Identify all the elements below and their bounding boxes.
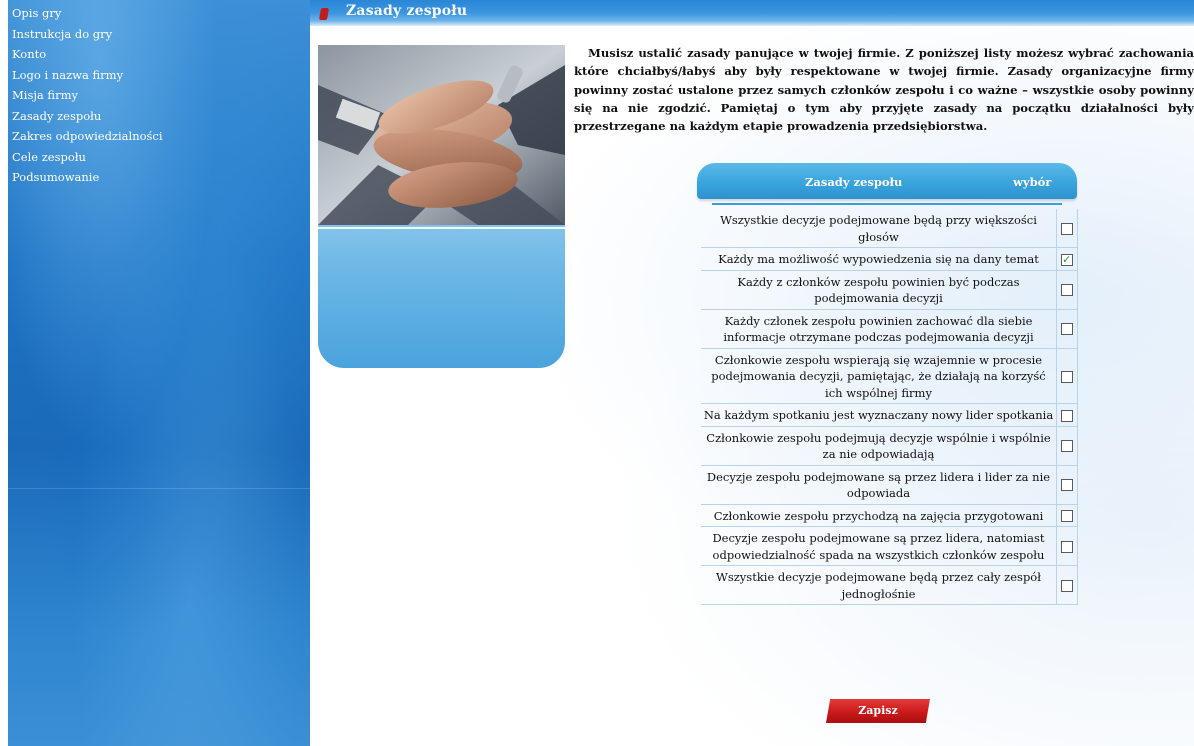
rule-label: Każdy z członków zespołu powinien być po… (701, 270, 1057, 310)
choice-cell (1056, 209, 1078, 248)
table-row: Każdy z członków zespołu powinien być po… (701, 270, 1078, 310)
photo-panel (318, 45, 565, 368)
choice-cell (1056, 526, 1078, 566)
table-row: Członkowie zespołu wspierają się wzajemn… (701, 348, 1078, 404)
rule-checkbox[interactable] (1061, 440, 1073, 453)
table-row: Decyzje zespołu podejmowane są przez lid… (701, 526, 1078, 566)
header-underline (712, 203, 1062, 205)
table-row: Decyzje zespołu podejmowane są przez lid… (701, 465, 1078, 505)
rules-table: Wszystkie decyzje podejmowane będą przy … (701, 209, 1078, 605)
sidebar-item-podsumowanie[interactable]: Podsumowanie (8, 167, 310, 188)
rule-checkbox[interactable] (1061, 370, 1073, 383)
rule-checkbox[interactable] (1061, 284, 1073, 297)
page-title: Zasady zespołu (346, 3, 468, 19)
choice-cell (1056, 465, 1078, 505)
rule-checkbox[interactable] (1061, 323, 1073, 336)
rule-checkbox[interactable] (1061, 252, 1073, 268)
intro-text: Musisz ustalić zasady panujące w twojej … (574, 46, 1194, 134)
rule-checkbox[interactable] (1061, 222, 1073, 235)
rule-checkbox[interactable] (1061, 510, 1073, 522)
rule-label: Decyzje zespołu podejmowane są przez lid… (701, 465, 1057, 505)
rule-label: Na każdym spotkaniu jest wyznaczany nowy… (701, 403, 1057, 427)
rule-checkbox[interactable] (1061, 479, 1073, 492)
choice-column-header: wybór (1013, 175, 1052, 189)
sidebar-item-konto[interactable]: Konto (8, 44, 310, 65)
sidebar-item-zakres[interactable]: Zakres odpowiedzialności (8, 126, 310, 147)
panel-divider (318, 227, 565, 229)
sidebar-item-cele[interactable]: Cele zespołu (8, 147, 310, 168)
table-row: Członkowie zespołu podejmują decyzje wsp… (701, 426, 1078, 466)
choice-cell (1056, 348, 1078, 404)
rule-checkbox[interactable] (1061, 579, 1073, 592)
rule-label: Członkowie zespołu podejmują decyzje wsp… (701, 426, 1057, 466)
choice-cell (1056, 247, 1078, 271)
rule-label: Decyzje zespołu podejmowane są przez lid… (701, 526, 1057, 566)
choice-cell (1056, 504, 1078, 527)
table-row: Każdy członek zespołu powinien zachować … (701, 309, 1078, 349)
sidebar-item-opis-gry[interactable]: Opis gry (8, 3, 310, 24)
sidebar-nav: Opis gry Instrukcja do gry Konto Logo i … (8, 0, 310, 188)
rule-checkbox[interactable] (1061, 409, 1073, 422)
choice-cell (1056, 309, 1078, 349)
choice-cell (1056, 426, 1078, 466)
rule-label: Wszystkie decyzje podejmowane będą przy … (701, 209, 1057, 248)
rule-label: Wszystkie decyzje podejmowane będą przez… (701, 565, 1057, 605)
table-row: Na każdym spotkaniu jest wyznaczany nowy… (701, 403, 1078, 427)
rule-label: Członkowie zespołu wspierają się wzajemn… (701, 348, 1057, 404)
table-row: Wszystkie decyzje podejmowane będą przy … (701, 209, 1078, 248)
choice-cell (1056, 270, 1078, 310)
choice-cell (1056, 565, 1078, 605)
table-row: Wszystkie decyzje podejmowane będą przez… (701, 565, 1078, 605)
sidebar-item-misja[interactable]: Misja firmy (8, 85, 310, 106)
sidebar-item-instrukcja[interactable]: Instrukcja do gry (8, 24, 310, 45)
rule-label: Każdy ma możliwość wypowiedzenia się na … (701, 247, 1057, 271)
sidebar-item-zasady[interactable]: Zasady zespołu (8, 106, 310, 127)
choice-cell (1056, 403, 1078, 427)
rules-column-header: Zasady zespołu (805, 175, 903, 189)
sidebar-item-logo-nazwa[interactable]: Logo i nazwa firmy (8, 65, 310, 86)
table-row: Każdy ma możliwość wypowiedzenia się na … (701, 247, 1078, 271)
rule-label: Każdy członek zespołu powinien zachować … (701, 309, 1057, 349)
table-row: Członkowie zespołu przychodzą na zajęcia… (701, 504, 1078, 527)
sidebar: Opis gry Instrukcja do gry Konto Logo i … (8, 0, 310, 746)
save-button[interactable]: Zapisz (826, 699, 930, 723)
rule-checkbox[interactable] (1061, 540, 1073, 553)
rule-label: Członkowie zespołu przychodzą na zajęcia… (701, 504, 1057, 527)
team-hands-image (318, 45, 565, 225)
